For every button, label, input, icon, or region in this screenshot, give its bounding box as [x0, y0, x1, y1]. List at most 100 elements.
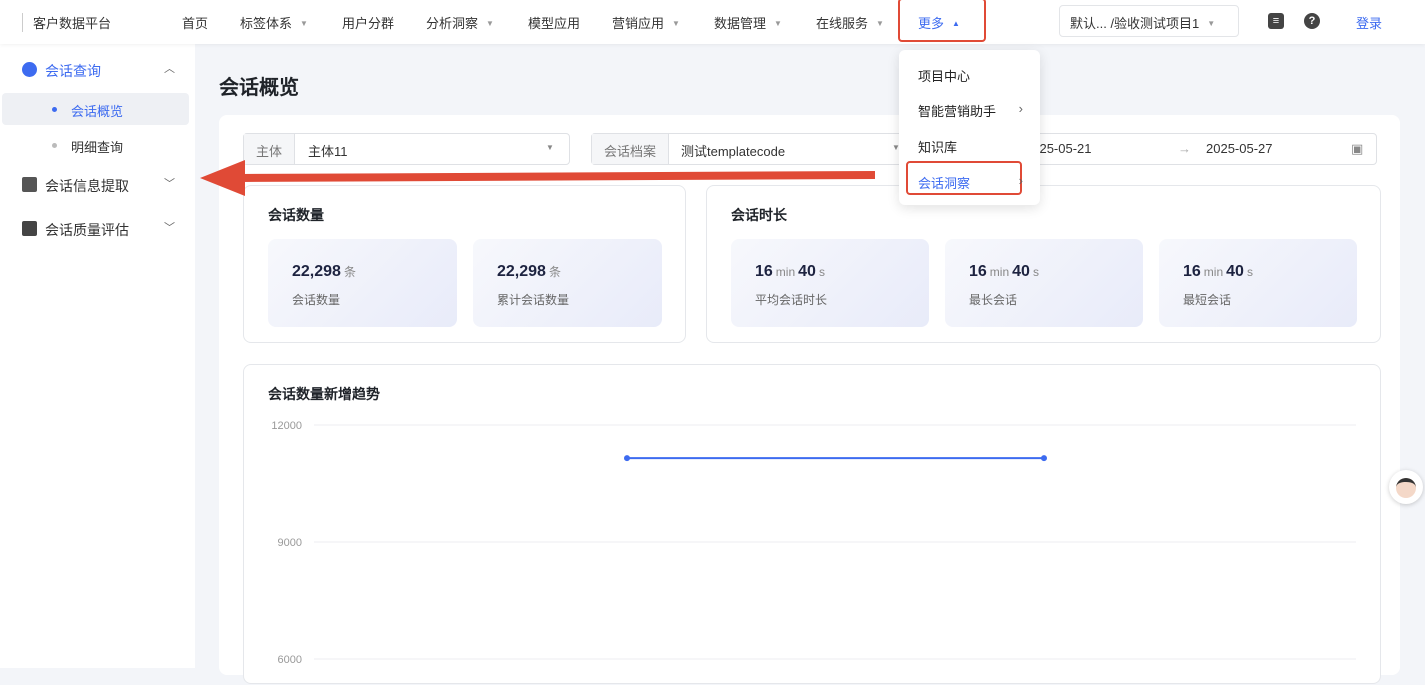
nav-label: 模型应用 [528, 16, 581, 31]
subject-select[interactable]: 主体 主体11 ▼ [243, 133, 570, 165]
project-select[interactable]: 默认... /验收测试项目1 ▼ [1059, 5, 1239, 37]
top-nav: 客户数据平台 首页 标签体系 ▼ 用户分群 分析洞察 ▼ 模型应用 营销应用 ▼ 数据管理 ▼ 在线服… [0, 0, 1425, 44]
menu-item-label: 会话洞察 [918, 176, 971, 191]
stat-unit: 条 [343, 265, 356, 279]
nav-item[interactable]: 数据管理 ▼ [714, 13, 782, 32]
menu-item[interactable]: 会话洞察 › [918, 173, 1023, 192]
subject-label: 主体 [244, 134, 296, 164]
stat-unit: s [1032, 265, 1039, 279]
caret-down-icon: ▼ [300, 19, 308, 28]
stat-value: 22,298 [497, 263, 546, 280]
archive-value: 测试templatecode [681, 144, 786, 159]
stat-seconds: 40 [798, 263, 816, 280]
subject-value: 主体11 [308, 144, 348, 159]
sidebar: 会话查询 ︿ 会话概览 明细查询 会话信息提取 ﹀ 会话质量评估 ﹀ [0, 44, 195, 668]
nav-item[interactable]: 营销应用 ▼ [612, 13, 680, 32]
menu-item[interactable]: 智能营销助手 › [918, 101, 1023, 120]
chevron-down-icon: ﹀ [164, 178, 175, 190]
caret-down-icon: ▼ [486, 19, 494, 28]
y-tick-label: 9000 [278, 537, 302, 549]
nav-item[interactable]: 分析洞察 ▼ [426, 13, 494, 32]
data-point[interactable] [624, 455, 630, 462]
card-title: 会话时长 [731, 207, 787, 223]
data-point[interactable] [1041, 455, 1047, 462]
stat-unit: min [1203, 265, 1224, 279]
trend-chart: 12000 9000 6000 [271, 420, 1356, 666]
nav-item[interactable]: 在线服务 ▼ [816, 13, 884, 32]
extract-icon [22, 177, 37, 192]
login-link[interactable]: 登录 [1356, 13, 1382, 32]
y-tick-label: 12000 [271, 420, 302, 432]
nav-label: 营销应用 [612, 16, 665, 31]
stat-minutes: 16 [1183, 263, 1201, 280]
stat-seconds: 40 [1226, 263, 1244, 280]
stat-seconds: 40 [1012, 263, 1030, 280]
chevron-down-icon: ﹀ [164, 222, 175, 234]
stat-label: 最长会话 [969, 293, 1018, 307]
stat-total-count: 22,298 条累计会话数量 [473, 239, 662, 327]
chevron-right-icon: › [1018, 101, 1023, 116]
help-icon[interactable]: ? [1304, 13, 1320, 29]
nav-label: 用户分群 [342, 16, 395, 31]
sidebar-item-label: 会话概览 [71, 104, 124, 119]
sidebar-group-label: 会话查询 [45, 63, 101, 79]
project-select-value: 默认... /验收测试项目1 [1070, 16, 1200, 31]
y-tick-label: 6000 [278, 654, 302, 666]
nav-item[interactable]: 标签体系 ▼ [240, 13, 308, 32]
nav-label: 分析洞察 [426, 16, 479, 31]
assistant-avatar-button[interactable] [1389, 470, 1423, 504]
stat-unit: s [818, 265, 825, 279]
stat-label: 会话数量 [292, 293, 341, 307]
card-title: 会话数量 [268, 207, 324, 223]
stat-duration: 16 min 40 s 最短会话 [1159, 239, 1357, 327]
arrow-right-icon: → [1178, 141, 1191, 156]
stat-duration: 16 min 40 s 最长会话 [945, 239, 1143, 327]
nav-item[interactable]: 首页 [182, 13, 208, 32]
count-card: 会话数量 22,298 条会话数量 22,298 条累计会话数量 [243, 185, 686, 343]
stat-session-count: 22,298 条会话数量 [268, 239, 457, 327]
calendar-icon[interactable]: ▣ [1351, 141, 1363, 157]
caret-down-icon: ▼ [1207, 19, 1216, 28]
archive-select[interactable]: 会话档案 测试templatecode ▼ [591, 133, 911, 165]
sidebar-item-detail[interactable]: 明细查询 [2, 129, 189, 161]
nav-label: 标签体系 [240, 16, 293, 31]
highlight-box [898, 0, 986, 42]
menu-item-label: 智能营销助手 [918, 104, 997, 119]
stat-unit: 条 [548, 265, 561, 279]
sidebar-group-session-query[interactable]: 会话查询 ︿ [0, 52, 195, 88]
nav-label: 在线服务 [816, 16, 869, 31]
stat-label: 累计会话数量 [497, 293, 570, 307]
stat-duration: 16 min 40 s 平均会话时长 [731, 239, 929, 327]
more-dropdown-menu: 项目中心 智能营销助手 › 知识库 会话洞察 › [899, 50, 1040, 205]
nav-item[interactable]: 模型应用 [528, 13, 580, 32]
nav-item[interactable]: 用户分群 [342, 13, 394, 32]
trend-chart-card: 会话数量新增趋势 12000 9000 6000 [243, 364, 1381, 684]
caret-down-icon: ▼ [672, 19, 680, 28]
sidebar-group-quality[interactable]: 会话质量评估 ﹀ [0, 211, 195, 247]
chat-icon [22, 62, 37, 77]
duration-card: 会话时长 16 min 40 s 平均会话时长 16 min 40 s 最长会话 16 min 40 s 最… [706, 185, 1381, 343]
sidebar-item-overview[interactable]: 会话概览 [2, 93, 189, 125]
stat-unit: s [1246, 265, 1253, 279]
chevron-up-icon: ︿ [164, 63, 175, 75]
dot-icon [52, 107, 57, 112]
page-title: 会话概览 [219, 77, 299, 99]
stat-label: 最短会话 [1183, 293, 1232, 307]
date-range-picker[interactable]: 2025-05-21 → 2025-05-27 ▣ [1010, 133, 1377, 165]
message-icon[interactable]: ≡ [1268, 13, 1284, 29]
sidebar-group-label: 会话信息提取 [45, 178, 129, 194]
stat-unit: min [989, 265, 1010, 279]
sidebar-item-label: 明细查询 [71, 140, 124, 155]
stat-unit: min [775, 265, 796, 279]
sidebar-group-info-extract[interactable]: 会话信息提取 ﹀ [0, 167, 195, 203]
sidebar-group-label: 会话质量评估 [45, 222, 129, 238]
stat-minutes: 16 [969, 263, 987, 280]
caret-down-icon: ▼ [876, 19, 884, 28]
archive-label: 会话档案 [592, 134, 670, 164]
caret-down-icon: ▼ [546, 143, 554, 152]
menu-item[interactable]: 知识库 [918, 137, 1023, 156]
dot-icon [52, 143, 57, 148]
menu-item-label: 项目中心 [918, 69, 971, 84]
menu-item[interactable]: 项目中心 [918, 66, 1023, 85]
nav-label: 首页 [182, 16, 209, 31]
